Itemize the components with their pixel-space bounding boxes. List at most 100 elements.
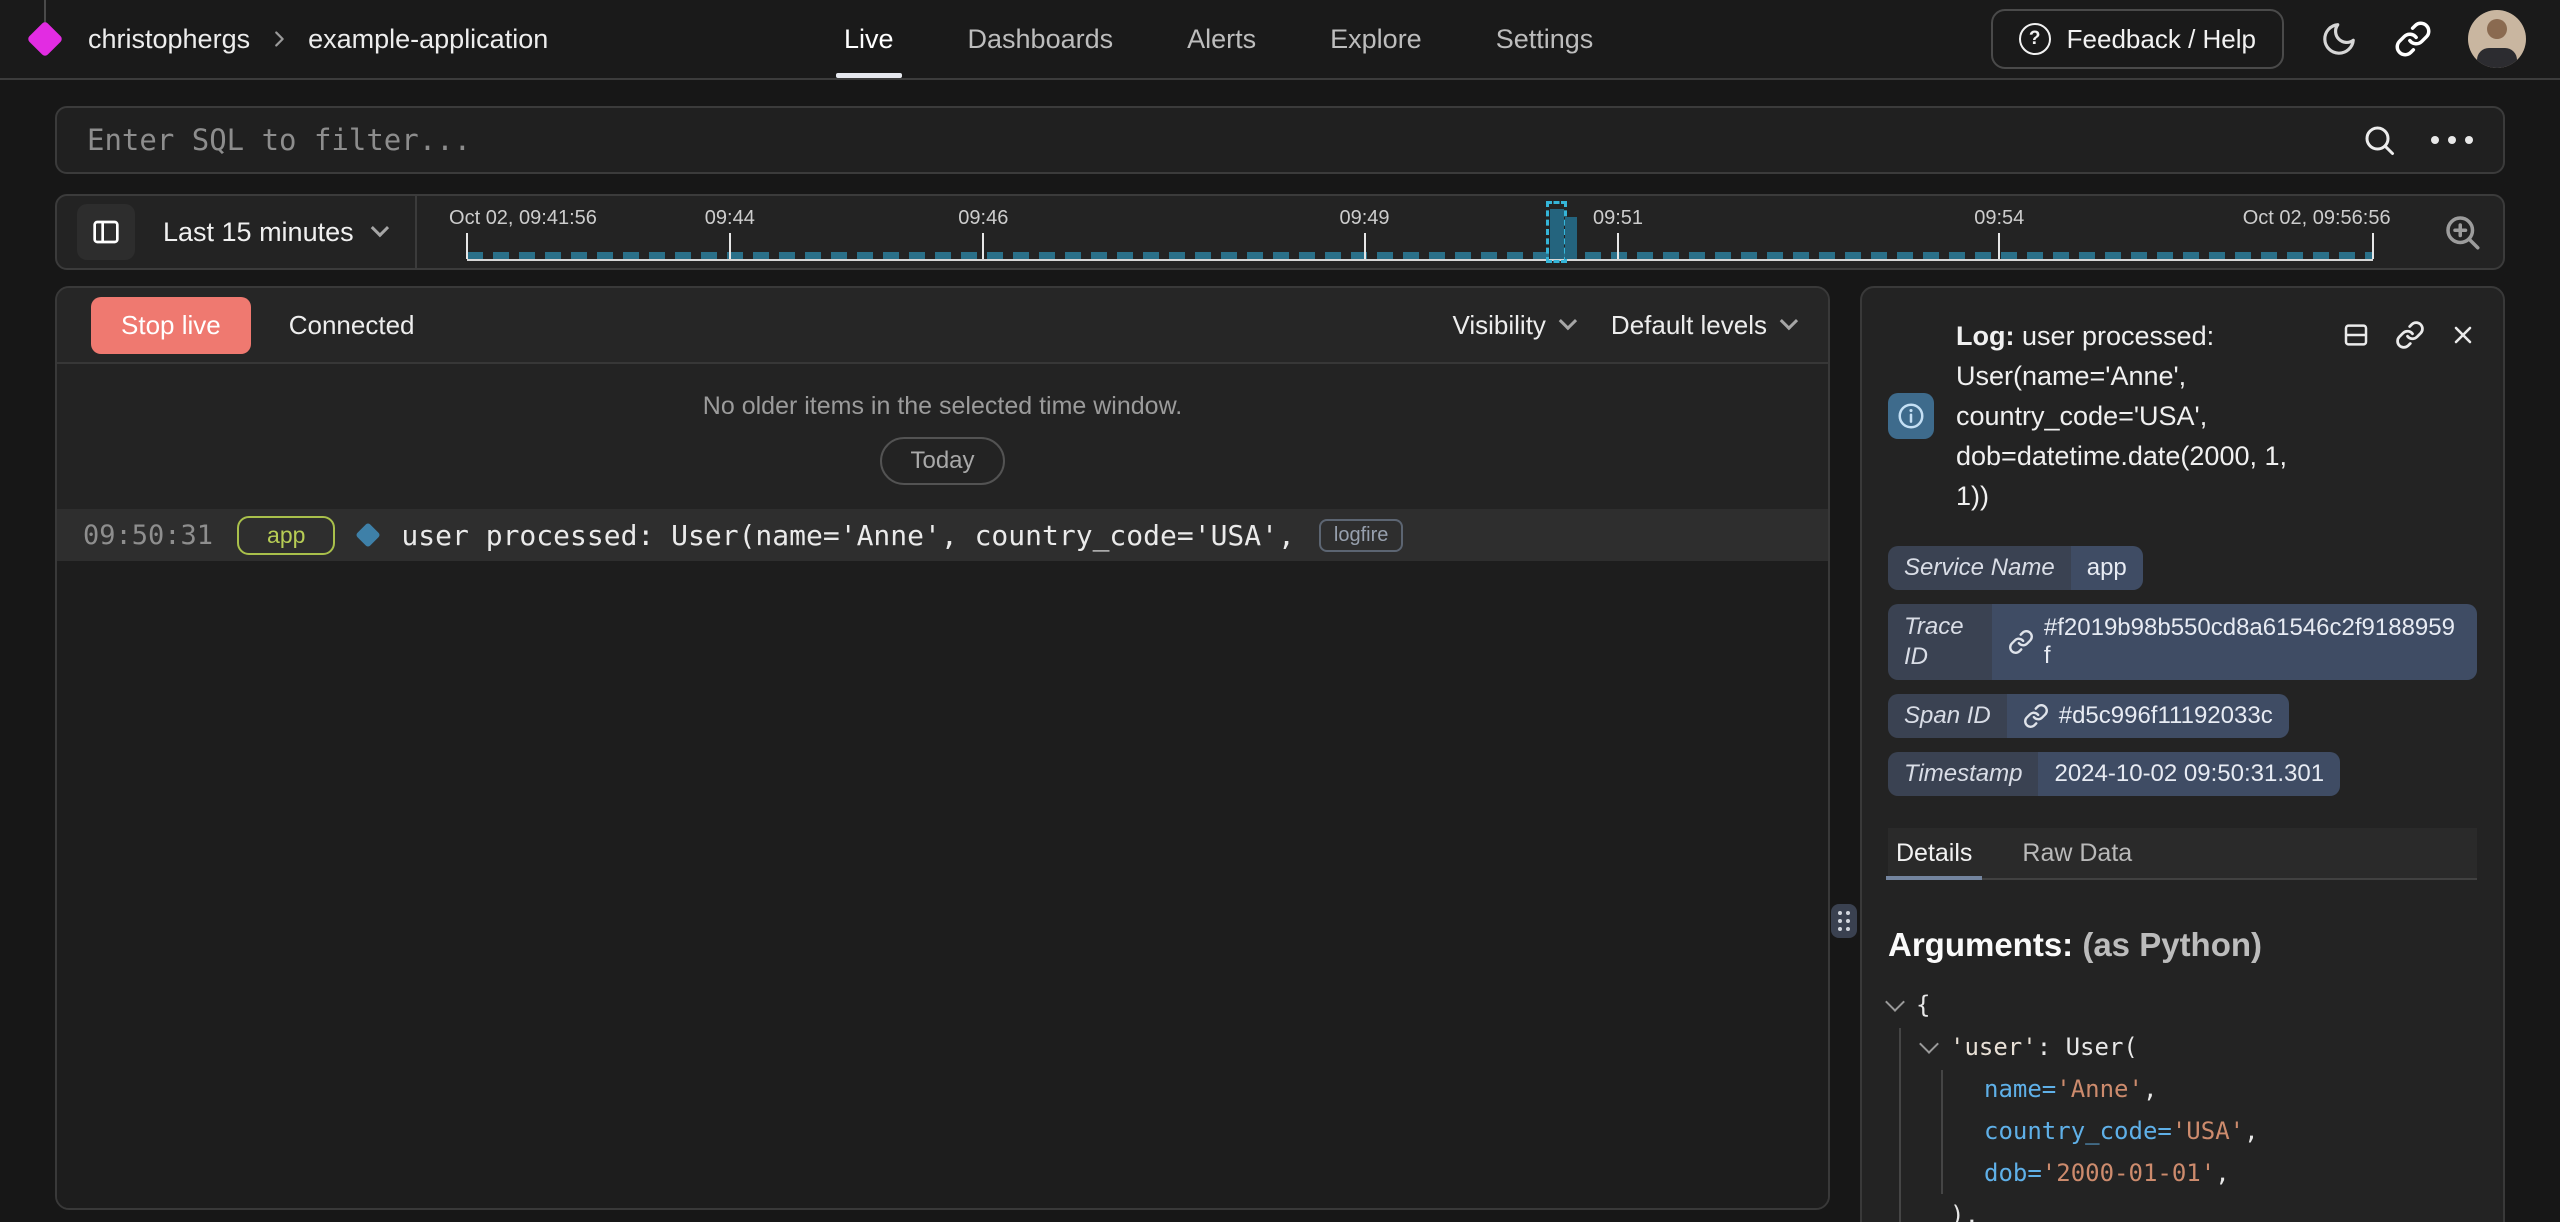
timestamp-value: 2024-10-02 09:50:31.301 bbox=[2038, 752, 2340, 796]
sidebar-toggle-button[interactable] bbox=[77, 204, 135, 260]
span-id-field[interactable]: Span ID #d5c996f11192033c bbox=[1888, 694, 2289, 738]
main-nav: Live Dashboards Alerts Explore Settings bbox=[836, 0, 1601, 78]
chevron-down-icon bbox=[1559, 311, 1577, 329]
log-message: user processed: User(name='Anne', countr… bbox=[401, 519, 1294, 552]
tab-explore[interactable]: Explore bbox=[1322, 0, 1430, 78]
default-levels-dropdown[interactable]: Default levels bbox=[1611, 310, 1794, 341]
more-options-icon[interactable] bbox=[2431, 136, 2473, 144]
timeline-histogram[interactable]: Oct 02, 09:41:56 09:44 09:46 09:49 09:51… bbox=[417, 196, 2423, 268]
split-view-button[interactable] bbox=[2341, 320, 2371, 350]
timeline-tick-label: Oct 02, 09:56:56 bbox=[2243, 207, 2391, 230]
sql-filter-input[interactable]: Enter SQL to filter... bbox=[55, 106, 2505, 174]
timeline-tick bbox=[466, 233, 468, 259]
timeline-bar: Last 15 minutes Oct 02, 09:41:56 09:44 0… bbox=[55, 194, 2505, 270]
timeline-tick bbox=[1617, 233, 1619, 259]
histogram-baseline bbox=[467, 252, 2373, 259]
timeline-tick bbox=[729, 233, 731, 259]
top-navbar: christophergs example-application Live D… bbox=[0, 0, 2560, 80]
detail-title-kind: Log: bbox=[1956, 321, 2014, 351]
service-name-field: Service Name app bbox=[1888, 546, 2143, 590]
logfire-logo[interactable] bbox=[32, 26, 58, 52]
timeline-tick-label: 09:51 bbox=[1593, 207, 1643, 230]
histogram-bar bbox=[1565, 217, 1577, 259]
theme-toggle-button[interactable] bbox=[2320, 20, 2358, 58]
code-line: ), bbox=[1888, 1194, 2477, 1222]
field-label: Span ID bbox=[1888, 694, 2007, 738]
log-level-diamond-icon bbox=[356, 522, 381, 547]
code-line: dob='2000-01-01', bbox=[1888, 1152, 2477, 1194]
field-label: Service Name bbox=[1888, 546, 2071, 590]
panel-resize-handle[interactable] bbox=[1831, 904, 1857, 938]
link-icon bbox=[2395, 320, 2425, 350]
breadcrumb: christophergs example-application bbox=[88, 24, 548, 55]
live-panel-body: No older items in the selected time wind… bbox=[57, 364, 1828, 1208]
logo-diamond-icon bbox=[27, 21, 64, 58]
tree-caret-icon[interactable] bbox=[1919, 1034, 1939, 1054]
field-value: app bbox=[2071, 546, 2143, 590]
live-panel-header: Stop live Connected Visibility Default l… bbox=[57, 288, 1828, 364]
log-row[interactable]: 09:50:31 app user processed: User(name='… bbox=[57, 509, 1828, 561]
chevron-right-icon bbox=[268, 28, 290, 50]
tab-details[interactable]: Details bbox=[1894, 828, 1974, 878]
arguments-heading: Arguments: (as Python) bbox=[1888, 926, 2477, 964]
log-list-empty-area bbox=[57, 561, 1828, 1208]
indent-guide bbox=[1899, 1028, 1901, 1222]
detail-title: Log: user processed: User(name='Anne', c… bbox=[1956, 316, 2307, 516]
close-detail-button[interactable] bbox=[2449, 320, 2477, 350]
connection-status: Connected bbox=[289, 310, 415, 341]
timeline-track: Oct 02, 09:41:56 09:44 09:46 09:49 09:51… bbox=[467, 196, 2373, 268]
user-avatar[interactable] bbox=[2468, 10, 2526, 68]
sidebar-layout-icon bbox=[90, 216, 122, 248]
code-line: name='Anne', bbox=[1888, 1068, 2477, 1110]
timeline-tick-label: 09:54 bbox=[1974, 207, 2024, 230]
timeline-tick bbox=[1364, 233, 1366, 259]
sql-filter-placeholder: Enter SQL to filter... bbox=[87, 123, 2361, 157]
copy-link-button[interactable] bbox=[2395, 320, 2425, 350]
empty-window-message: No older items in the selected time wind… bbox=[57, 392, 1828, 421]
histogram-spike[interactable] bbox=[1546, 195, 1586, 259]
detail-header: Log: user processed: User(name='Anne', c… bbox=[1888, 316, 2477, 516]
breadcrumb-org[interactable]: christophergs bbox=[88, 24, 250, 55]
time-range-selector[interactable]: Last 15 minutes bbox=[163, 217, 385, 248]
timeline-axis bbox=[467, 259, 2373, 261]
tab-alerts[interactable]: Alerts bbox=[1179, 0, 1264, 78]
trace-id-field[interactable]: Trace ID #f2019b98b550cd8a61546c2f918895… bbox=[1888, 604, 2477, 680]
tab-live[interactable]: Live bbox=[836, 0, 902, 78]
timestamp-field: Timestamp 2024-10-02 09:50:31.301 bbox=[1888, 752, 2340, 796]
timeline-tick-label: 09:44 bbox=[705, 207, 755, 230]
feedback-help-button[interactable]: ? Feedback / Help bbox=[1991, 9, 2284, 69]
span-id-value: #d5c996f11192033c bbox=[2059, 702, 2273, 730]
visibility-dropdown[interactable]: Visibility bbox=[1452, 310, 1572, 341]
service-badge[interactable]: app bbox=[237, 516, 335, 555]
timeline-tick-label: 09:49 bbox=[1339, 207, 1389, 230]
log-detail-panel: Log: user processed: User(name='Anne', c… bbox=[1860, 286, 2505, 1222]
tab-settings[interactable]: Settings bbox=[1488, 0, 1602, 78]
timeline-tick bbox=[982, 233, 984, 259]
code-line[interactable]: 'user': User( bbox=[1888, 1026, 2477, 1068]
field-label: Trace ID bbox=[1888, 604, 1992, 680]
today-button[interactable]: Today bbox=[880, 437, 1004, 485]
tab-raw-data[interactable]: Raw Data bbox=[2020, 828, 2134, 878]
visibility-label: Visibility bbox=[1452, 310, 1545, 341]
stop-live-button[interactable]: Stop live bbox=[91, 297, 251, 354]
feedback-help-label: Feedback / Help bbox=[2067, 24, 2256, 55]
field-label: Timestamp bbox=[1888, 752, 2038, 796]
tab-dashboards[interactable]: Dashboards bbox=[960, 0, 1122, 78]
navbar-actions: ? Feedback / Help bbox=[1991, 9, 2526, 69]
tree-caret-icon[interactable] bbox=[1885, 992, 1905, 1012]
timeline-tick bbox=[1998, 233, 2000, 259]
code-line[interactable]: { bbox=[1888, 984, 2477, 1026]
logfire-tag[interactable]: logfire bbox=[1319, 519, 1403, 552]
moon-icon bbox=[2320, 20, 2358, 58]
link-icon bbox=[2008, 629, 2034, 655]
split-panel-icon bbox=[2341, 320, 2371, 350]
zoom-in-button[interactable] bbox=[2441, 211, 2483, 253]
search-icon[interactable] bbox=[2361, 122, 2397, 158]
breadcrumb-project[interactable]: example-application bbox=[308, 24, 548, 55]
question-circle-icon: ? bbox=[2019, 23, 2051, 55]
close-icon bbox=[2449, 321, 2477, 349]
link-icon bbox=[2394, 20, 2432, 58]
share-link-button[interactable] bbox=[2394, 20, 2432, 58]
default-levels-label: Default levels bbox=[1611, 310, 1767, 341]
magnifier-plus-icon bbox=[2441, 211, 2483, 253]
